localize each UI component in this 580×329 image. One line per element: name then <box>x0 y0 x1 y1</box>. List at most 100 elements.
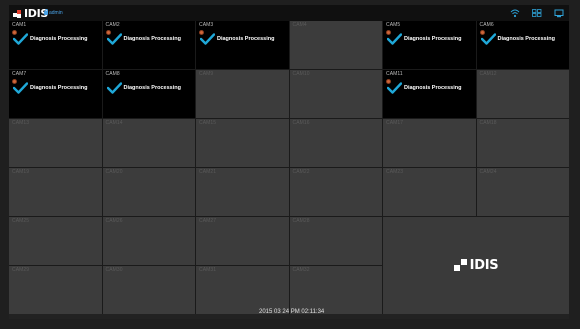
camera-tile-10[interactable]: CAM10 <box>289 70 382 118</box>
diagnosis-status: Diagnosis Processing <box>106 33 181 45</box>
camera-tile-31[interactable]: CAM31 <box>196 266 289 314</box>
logo-mark-icon <box>453 258 468 273</box>
logo-panel: IDIS <box>383 217 569 314</box>
camera-label: CAM11 <box>386 71 403 77</box>
check-icon <box>13 33 28 45</box>
camera-label: CAM5 <box>386 22 401 28</box>
camera-tile-13[interactable]: CAM13 <box>9 119 102 167</box>
camera-tile-17[interactable]: CAM17 <box>383 119 476 167</box>
camera-label: CAM20 <box>105 169 123 175</box>
camera-tile-5[interactable]: CAM5 Diagnosis Processing <box>383 21 476 69</box>
camera-tile-16[interactable]: CAM16 <box>289 119 382 167</box>
camera-label: CAM30 <box>105 267 123 273</box>
lock-icon <box>44 9 48 15</box>
check-icon <box>387 82 402 94</box>
check-icon <box>200 33 215 45</box>
camera-tile-2[interactable]: CAM2 Diagnosis Processing <box>102 21 195 69</box>
diagnosis-text: Diagnosis Processing <box>404 36 462 42</box>
camera-tile-28[interactable]: CAM28 <box>289 217 382 265</box>
camera-label: CAM19 <box>12 169 30 175</box>
camera-label: CAM2 <box>105 22 120 28</box>
logo-panel-text: IDIS <box>469 258 499 273</box>
camera-tile-1[interactable]: CAM1 Diagnosis Processing <box>9 21 102 69</box>
camera-label: CAM7 <box>12 71 27 77</box>
camera-tile-7[interactable]: CAM7 Diagnosis Processing <box>9 70 102 118</box>
camera-label: CAM24 <box>479 169 497 175</box>
camera-label: CAM23 <box>386 169 404 175</box>
diagnosis-text: Diagnosis Processing <box>497 36 555 42</box>
camera-tile-23[interactable]: CAM23 <box>383 168 476 216</box>
camera-tile-3[interactable]: CAM3 Diagnosis Processing <box>196 21 289 69</box>
diagnosis-text: Diagnosis Processing <box>123 85 181 91</box>
camera-tile-24[interactable]: CAM24 <box>476 168 569 216</box>
camera-tile-9[interactable]: CAM9 <box>196 70 289 118</box>
camera-tile-4[interactable]: CAM4 <box>289 21 382 69</box>
camera-label: CAM27 <box>199 218 217 224</box>
camera-label: CAM21 <box>199 169 217 175</box>
camera-tile-6[interactable]: CAM6 Diagnosis Processing <box>476 21 569 69</box>
camera-tile-22[interactable]: CAM22 <box>289 168 382 216</box>
camera-tile-19[interactable]: CAM19 <box>9 168 102 216</box>
camera-label: CAM17 <box>386 120 404 126</box>
check-icon <box>106 33 122 45</box>
camera-label: CAM12 <box>479 71 497 77</box>
camera-tile-30[interactable]: CAM30 <box>102 266 195 314</box>
diagnosis-status: Diagnosis Processing <box>200 33 274 45</box>
diagnosis-status: Diagnosis Processing <box>13 82 87 94</box>
camera-tile-18[interactable]: CAM18 <box>476 119 569 167</box>
camera-label: CAM28 <box>292 218 310 224</box>
layout-icon[interactable] <box>531 7 543 19</box>
check-icon <box>106 82 122 94</box>
check-icon <box>480 33 496 45</box>
diagnosis-status: Diagnosis Processing <box>13 33 87 45</box>
camera-label: CAM31 <box>199 267 217 273</box>
check-icon <box>13 82 28 94</box>
datetime-display: 2015 03 24 PM 02:11:34 <box>259 309 325 315</box>
diagnosis-text: Diagnosis Processing <box>217 36 275 42</box>
camera-label: CAM32 <box>292 267 310 273</box>
camera-grid: CAM1 Diagnosis Processing CAM2 Diagnosis… <box>9 21 569 314</box>
camera-tile-27[interactable]: CAM27 <box>196 217 289 265</box>
camera-tile-32[interactable]: CAM32 <box>289 266 382 314</box>
camera-label: CAM9 <box>199 71 214 77</box>
camera-tile-14[interactable]: CAM14 <box>102 119 195 167</box>
camera-label: CAM26 <box>105 218 123 224</box>
camera-label: CAM16 <box>292 120 310 126</box>
diagnosis-status: Diagnosis Processing <box>480 33 555 45</box>
camera-tile-21[interactable]: CAM21 <box>196 168 289 216</box>
diagnosis-text: Diagnosis Processing <box>30 85 88 91</box>
camera-label: CAM13 <box>12 120 30 126</box>
camera-tile-12[interactable]: CAM12 <box>476 70 569 118</box>
camera-label: CAM4 <box>292 22 307 28</box>
fullscreen-icon[interactable] <box>553 7 565 19</box>
camera-label: CAM25 <box>12 218 30 224</box>
camera-tile-20[interactable]: CAM20 <box>102 168 195 216</box>
camera-label: CAM29 <box>12 267 30 273</box>
diagnosis-status: Diagnosis Processing <box>387 33 461 45</box>
top-icons <box>509 7 565 19</box>
idis-logo-large: IDIS <box>453 258 499 273</box>
camera-tile-29[interactable]: CAM29 <box>9 266 102 314</box>
user-indicator[interactable]: admin <box>44 9 63 16</box>
diagnosis-status: Diagnosis Processing <box>106 82 181 94</box>
check-icon <box>387 33 402 45</box>
network-icon[interactable] <box>509 7 521 19</box>
camera-label: CAM10 <box>292 71 310 77</box>
diagnosis-text: Diagnosis Processing <box>404 85 462 91</box>
user-label: admin <box>49 10 63 16</box>
camera-label: CAM18 <box>479 120 497 126</box>
top-bar: IDIS admin <box>9 5 569 21</box>
camera-tile-8[interactable]: CAM8 Diagnosis Processing <box>102 70 195 118</box>
camera-label: CAM8 <box>105 71 120 77</box>
camera-label: CAM22 <box>292 169 310 175</box>
camera-label: CAM3 <box>199 22 214 28</box>
camera-tile-25[interactable]: CAM25 <box>9 217 102 265</box>
idis-logo: IDIS <box>13 7 48 19</box>
camera-tile-15[interactable]: CAM15 <box>196 119 289 167</box>
camera-tile-11[interactable]: CAM11 Diagnosis Processing <box>383 70 476 118</box>
diagnosis-text: Diagnosis Processing <box>30 36 88 42</box>
camera-tile-26[interactable]: CAM26 <box>102 217 195 265</box>
camera-label: CAM1 <box>12 22 27 28</box>
camera-label: CAM14 <box>105 120 123 126</box>
camera-label: CAM6 <box>479 22 494 28</box>
